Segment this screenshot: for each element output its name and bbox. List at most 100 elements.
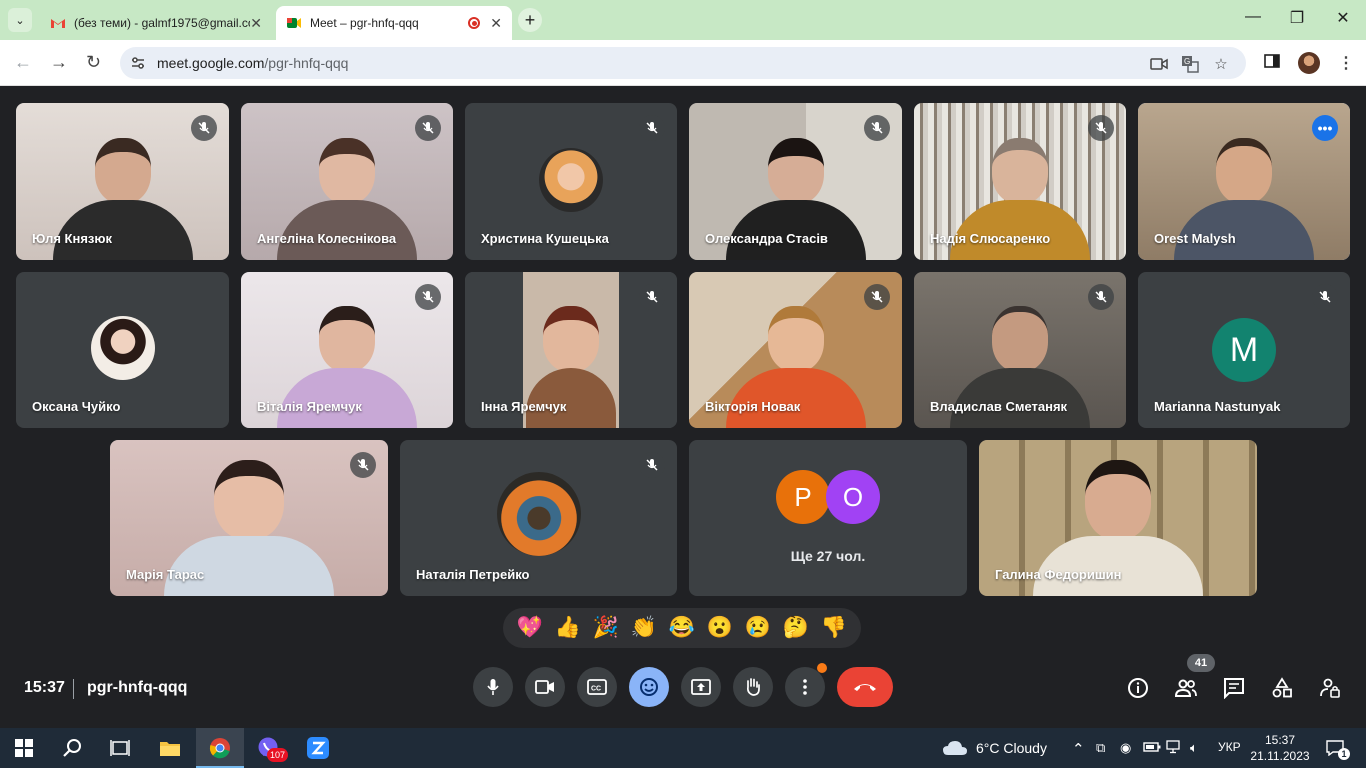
search-icon[interactable] bbox=[60, 736, 84, 760]
participant-tile[interactable]: Юля Князюк bbox=[16, 103, 229, 260]
raise-hand-button[interactable] bbox=[733, 667, 773, 707]
participant-name: Надія Слюсаренко bbox=[930, 231, 1051, 246]
leave-call-button[interactable] bbox=[837, 667, 893, 707]
minimize-icon[interactable]: — bbox=[1238, 8, 1268, 26]
battery-icon[interactable] bbox=[1143, 740, 1161, 754]
microphone-icon bbox=[487, 679, 499, 695]
reaction-clap-button[interactable]: 👏 bbox=[631, 616, 657, 640]
meet-now-icon[interactable]: ⧉ bbox=[1096, 740, 1105, 756]
tab-gmail[interactable]: (без теми) - galmf1975@gmail.com ✕ bbox=[40, 6, 272, 40]
microphone-button[interactable] bbox=[473, 667, 513, 707]
translate-icon[interactable]: G bbox=[1181, 55, 1199, 73]
participant-tile[interactable]: M Marianna Nastunyak bbox=[1138, 272, 1350, 428]
close-window-icon[interactable]: ✕ bbox=[1328, 8, 1358, 28]
reaction-thinking-button[interactable]: 🤔 bbox=[783, 616, 809, 640]
participant-tile[interactable]: Марія Тарас bbox=[110, 440, 388, 596]
participant-tile-speaking[interactable]: ••• Orest Malysh bbox=[1138, 103, 1350, 260]
address-bar[interactable]: meet.google.com/pgr-hnfq-qqq G ☆ bbox=[120, 47, 1246, 79]
side-panel-icon[interactable] bbox=[1264, 53, 1280, 69]
reaction-heart-button[interactable]: 💖 bbox=[517, 616, 543, 640]
chat-button[interactable] bbox=[1221, 675, 1247, 701]
weather-widget[interactable]: 6°C Cloudy bbox=[942, 739, 1047, 757]
volume-icon[interactable]: 🔈︎ bbox=[1190, 740, 1198, 756]
restore-icon[interactable]: ❐ bbox=[1282, 8, 1312, 28]
reaction-party-button[interactable]: 🎉 bbox=[593, 616, 619, 640]
chrome-icon[interactable] bbox=[208, 736, 232, 760]
show-hidden-icons-icon[interactable]: ⌃ bbox=[1072, 740, 1085, 758]
info-icon bbox=[1128, 678, 1148, 698]
activities-button[interactable] bbox=[1269, 675, 1295, 701]
participant-tile[interactable]: Олександра Стасів bbox=[689, 103, 902, 260]
present-screen-button[interactable] bbox=[681, 667, 721, 707]
hang-up-icon bbox=[854, 684, 876, 691]
cloud-icon bbox=[943, 741, 967, 755]
participant-tile[interactable]: Оксана Чуйко bbox=[16, 272, 229, 428]
participant-name: Orest Malysh bbox=[1154, 231, 1236, 246]
mic-off-icon bbox=[639, 115, 665, 141]
others-tile[interactable]: P O Ще 27 чол. bbox=[689, 440, 967, 596]
hand-icon bbox=[747, 678, 760, 696]
people-icon bbox=[1174, 679, 1197, 697]
reaction-surprised-button[interactable]: 😮 bbox=[707, 616, 733, 640]
other-avatar: O bbox=[826, 470, 880, 524]
reaction-laugh-button[interactable]: 😂 bbox=[669, 616, 695, 640]
taskbar-clock[interactable]: 15:37 21.11.2023 bbox=[1248, 732, 1312, 764]
profile-avatar[interactable] bbox=[1298, 52, 1320, 74]
other-avatar: P bbox=[776, 470, 830, 524]
participant-tile[interactable]: Христина Кушецька bbox=[465, 103, 677, 260]
reaction-thumbs-down-button[interactable]: 👎 bbox=[821, 616, 847, 640]
meeting-details-button[interactable] bbox=[1125, 675, 1151, 701]
reactions-button[interactable] bbox=[629, 667, 669, 707]
mic-off-icon bbox=[415, 115, 441, 141]
participant-tile[interactable]: Ангеліна Колеснікова bbox=[241, 103, 453, 260]
more-options-icon[interactable]: ••• bbox=[1312, 115, 1338, 141]
participant-name: Марія Тарас bbox=[126, 567, 205, 582]
participant-tile[interactable]: Наталія Петрейко bbox=[400, 440, 677, 596]
participant-tile[interactable]: Надія Слюсаренко bbox=[914, 103, 1126, 260]
webcam-in-use-icon[interactable]: ◉ bbox=[1120, 740, 1131, 756]
taskbar-date: 21.11.2023 bbox=[1250, 749, 1310, 763]
zoom-icon[interactable] bbox=[306, 736, 330, 760]
url-text: meet.google.com/pgr-hnfq-qqq bbox=[157, 55, 348, 71]
participant-tile[interactable]: Вікторія Новак bbox=[689, 272, 902, 428]
site-settings-icon[interactable] bbox=[130, 55, 146, 71]
browser-menu-icon[interactable]: ⋮ bbox=[1338, 53, 1354, 73]
file-explorer-icon[interactable] bbox=[158, 736, 182, 760]
reaction-sad-button[interactable]: 😢 bbox=[745, 616, 771, 640]
participant-tile[interactable]: Владислав Сметаняк bbox=[914, 272, 1126, 428]
participant-name: Вікторія Новак bbox=[705, 399, 801, 414]
svg-text:CC: CC bbox=[591, 686, 601, 693]
participant-tile[interactable]: Галина Федоришин bbox=[979, 440, 1257, 596]
network-icon[interactable] bbox=[1166, 740, 1184, 754]
viber-unread-badge: 107 bbox=[267, 748, 289, 762]
gmail-icon bbox=[51, 19, 65, 28]
language-indicator[interactable]: УКР bbox=[1218, 740, 1241, 754]
camera-button[interactable] bbox=[525, 667, 565, 707]
new-tab-button[interactable]: + bbox=[518, 8, 542, 32]
forward-icon[interactable]: → bbox=[50, 52, 68, 73]
browser-tab-strip: ⌄ (без теми) - galmf1975@gmail.com ✕ Mee… bbox=[0, 0, 1366, 40]
more-options-button[interactable] bbox=[785, 663, 827, 707]
reload-icon[interactable]: ↻ bbox=[86, 52, 101, 73]
reaction-thumbs-up-button[interactable]: 👍 bbox=[555, 616, 581, 640]
back-icon[interactable]: ← bbox=[14, 52, 32, 73]
lock-person-icon bbox=[1320, 678, 1340, 698]
tab-meet[interactable]: Meet – pgr-hnfq-qqq ✕ bbox=[276, 6, 512, 40]
host-controls-button[interactable] bbox=[1317, 675, 1343, 701]
captions-icon: CC bbox=[587, 679, 607, 695]
close-icon[interactable]: ✕ bbox=[250, 15, 262, 32]
camera-in-use-icon[interactable] bbox=[1150, 55, 1168, 73]
participant-tile[interactable]: Інна Яремчук bbox=[465, 272, 677, 428]
bookmark-star-icon[interactable]: ☆ bbox=[1212, 55, 1230, 73]
windows-start-icon[interactable] bbox=[12, 736, 36, 760]
captions-button[interactable]: CC bbox=[577, 667, 617, 707]
tab-search-button[interactable]: ⌄ bbox=[8, 8, 32, 32]
task-view-icon[interactable] bbox=[108, 736, 132, 760]
participant-name: Віталія Яремчук bbox=[257, 399, 362, 414]
people-button[interactable] bbox=[1173, 675, 1199, 701]
participant-name: Marianna Nastunyak bbox=[1154, 399, 1281, 414]
participant-tile[interactable]: Віталія Яремчук bbox=[241, 272, 453, 428]
participant-avatar bbox=[90, 316, 155, 380]
close-icon[interactable]: ✕ bbox=[490, 15, 502, 32]
participant-avatar bbox=[539, 147, 603, 212]
